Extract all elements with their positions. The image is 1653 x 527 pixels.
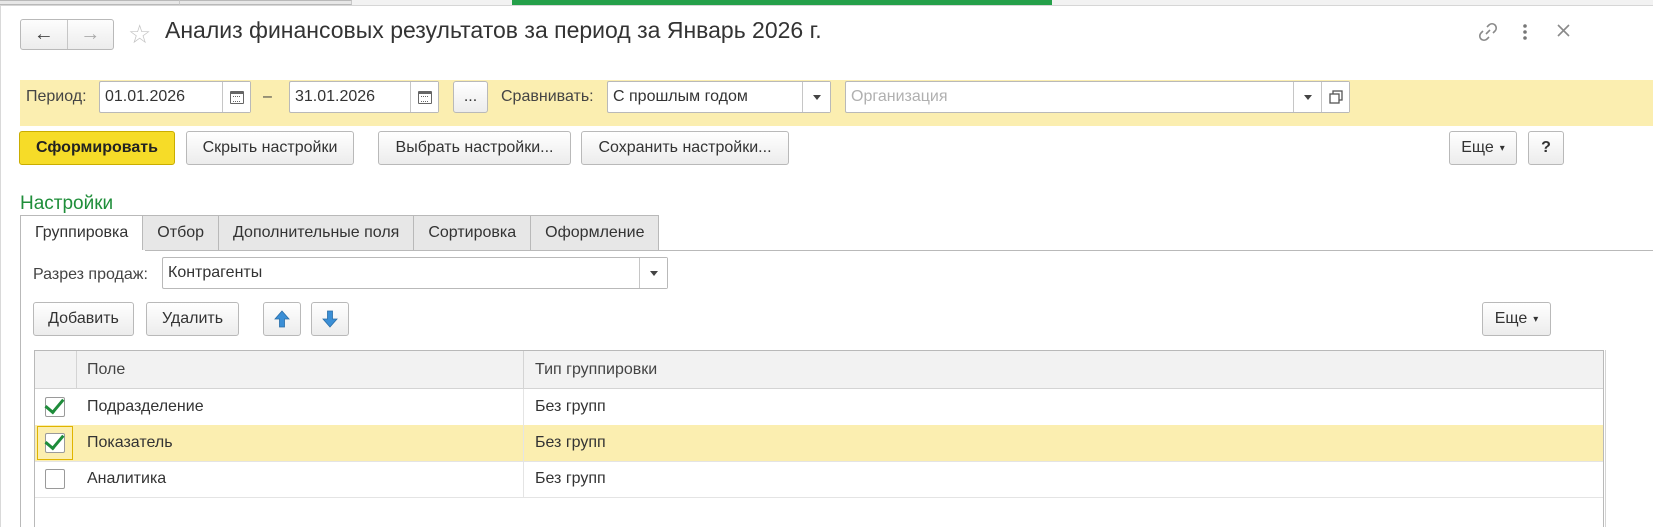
toolbar-more-label: Еще bbox=[1461, 139, 1494, 156]
move-up-button[interactable] bbox=[263, 302, 301, 336]
generate-button[interactable]: Сформировать bbox=[19, 131, 175, 165]
table-scrollbar[interactable] bbox=[1605, 350, 1606, 527]
date-from-calendar-button[interactable] bbox=[222, 82, 250, 112]
table-row[interactable]: Аналитика Без групп bbox=[35, 461, 1603, 498]
choose-settings-button[interactable]: Выбрать настройки... bbox=[378, 131, 571, 165]
grid-more-label: Еще bbox=[1494, 310, 1528, 327]
chevron-down-icon: ▾ bbox=[1533, 313, 1539, 325]
table-header: Поле Тип группировки bbox=[35, 351, 1603, 389]
page-title: Анализ финансовых результатов за период … bbox=[165, 17, 822, 43]
compare-dropdown-button[interactable] bbox=[802, 82, 830, 112]
link-icon[interactable] bbox=[1478, 22, 1498, 48]
calendar-icon bbox=[417, 90, 432, 104]
sales-section-label: Разрез продаж: bbox=[33, 266, 148, 283]
row-group-type: Без групп bbox=[535, 434, 606, 451]
column-separator bbox=[76, 351, 77, 389]
column-separator bbox=[523, 351, 524, 389]
settings-tabs: Группировка Отбор Дополнительные поля Со… bbox=[20, 215, 660, 251]
more-vertical-icon[interactable] bbox=[1521, 22, 1529, 48]
row-group-type: Без групп bbox=[535, 470, 606, 487]
row-field: Аналитика bbox=[87, 470, 167, 487]
row-field: Подразделение bbox=[87, 398, 204, 415]
organization-field[interactable]: Организация bbox=[845, 81, 1350, 113]
compare-value: С прошлым годом bbox=[613, 88, 748, 105]
table-row[interactable]: Подразделение Без групп bbox=[35, 389, 1603, 426]
save-settings-button[interactable]: Сохранить настройки... bbox=[581, 131, 789, 165]
chevron-down-icon bbox=[649, 270, 658, 276]
help-button[interactable]: ? bbox=[1528, 131, 1564, 165]
checkmark-icon bbox=[44, 393, 65, 415]
hide-settings-button[interactable]: Скрыть настройки bbox=[186, 131, 354, 165]
period-label: Период: bbox=[26, 88, 87, 105]
back-button[interactable]: ← bbox=[21, 20, 67, 49]
tab-filter[interactable]: Отбор bbox=[143, 215, 220, 251]
organization-dropdown-button[interactable] bbox=[1293, 82, 1321, 112]
column-separator bbox=[523, 389, 524, 498]
delete-button[interactable]: Удалить bbox=[146, 302, 239, 336]
date-to-value: 31.01.2026 bbox=[295, 88, 376, 105]
date-to-field[interactable]: 31.01.2026 bbox=[289, 81, 439, 113]
compare-label: Сравнивать: bbox=[501, 88, 594, 105]
settings-title: Настройки bbox=[20, 193, 114, 214]
window-tab-strip bbox=[0, 0, 1653, 6]
column-header-group-type[interactable]: Тип группировки bbox=[535, 351, 657, 389]
date-to-calendar-button[interactable] bbox=[410, 82, 438, 112]
tab-additional-fields[interactable]: Дополнительные поля bbox=[219, 215, 415, 251]
history-nav: ← → bbox=[20, 19, 114, 50]
window-border bbox=[0, 6, 1, 527]
arrow-down-icon bbox=[322, 310, 338, 328]
window-tab[interactable] bbox=[0, 0, 180, 5]
forward-button[interactable]: → bbox=[66, 20, 114, 49]
arrow-right-icon: → bbox=[80, 23, 101, 45]
row-group-type: Без групп bbox=[535, 398, 606, 415]
grouping-table: Поле Тип группировки Подразделение Без г… bbox=[34, 350, 1604, 527]
arrow-up-icon bbox=[274, 310, 290, 328]
sales-section-select[interactable]: Контрагенты bbox=[162, 257, 668, 289]
grid-more-button[interactable]: Еще ▾ bbox=[1482, 302, 1551, 336]
window-tab-active[interactable] bbox=[512, 0, 1052, 5]
organization-placeholder: Организация bbox=[851, 88, 948, 105]
sales-section-value: Контрагенты bbox=[168, 264, 263, 281]
calendar-icon bbox=[229, 90, 244, 104]
period-select-button[interactable]: ... bbox=[453, 81, 488, 113]
sales-section-dropdown-button[interactable] bbox=[639, 258, 667, 288]
close-icon[interactable] bbox=[1556, 21, 1570, 44]
toolbar-more-button[interactable]: Еще ▾ bbox=[1449, 131, 1517, 165]
open-window-icon bbox=[1328, 90, 1343, 104]
table-row-selected[interactable]: Показатель Без групп bbox=[35, 425, 1603, 462]
arrow-left-icon: ← bbox=[33, 23, 54, 45]
chevron-down-icon bbox=[1303, 94, 1312, 100]
row-checkbox[interactable] bbox=[44, 429, 65, 453]
favorite-star-icon[interactable]: ☆ bbox=[128, 19, 151, 49]
compare-select[interactable]: С прошлым годом bbox=[607, 81, 831, 113]
add-button[interactable]: Добавить bbox=[33, 302, 134, 336]
row-checkbox[interactable] bbox=[45, 469, 65, 489]
period-dash: – bbox=[263, 88, 272, 105]
tab-appearance[interactable]: Оформление bbox=[531, 215, 660, 251]
tab-grouping[interactable]: Группировка bbox=[20, 215, 144, 251]
column-header-field[interactable]: Поле bbox=[87, 351, 125, 389]
date-from-field[interactable]: 01.01.2026 bbox=[99, 81, 251, 113]
row-checkbox[interactable] bbox=[44, 393, 65, 417]
date-from-value: 01.01.2026 bbox=[105, 88, 186, 105]
row-field: Показатель bbox=[87, 434, 173, 451]
window-tab[interactable] bbox=[180, 0, 352, 5]
chevron-down-icon: ▾ bbox=[1499, 142, 1505, 154]
chevron-down-icon bbox=[812, 94, 821, 100]
checkmark-icon bbox=[44, 429, 65, 451]
organization-open-button[interactable] bbox=[1321, 82, 1349, 112]
active-tab-joint bbox=[21, 250, 145, 252]
move-down-button[interactable] bbox=[311, 302, 349, 336]
tab-sorting[interactable]: Сортировка bbox=[414, 215, 532, 251]
